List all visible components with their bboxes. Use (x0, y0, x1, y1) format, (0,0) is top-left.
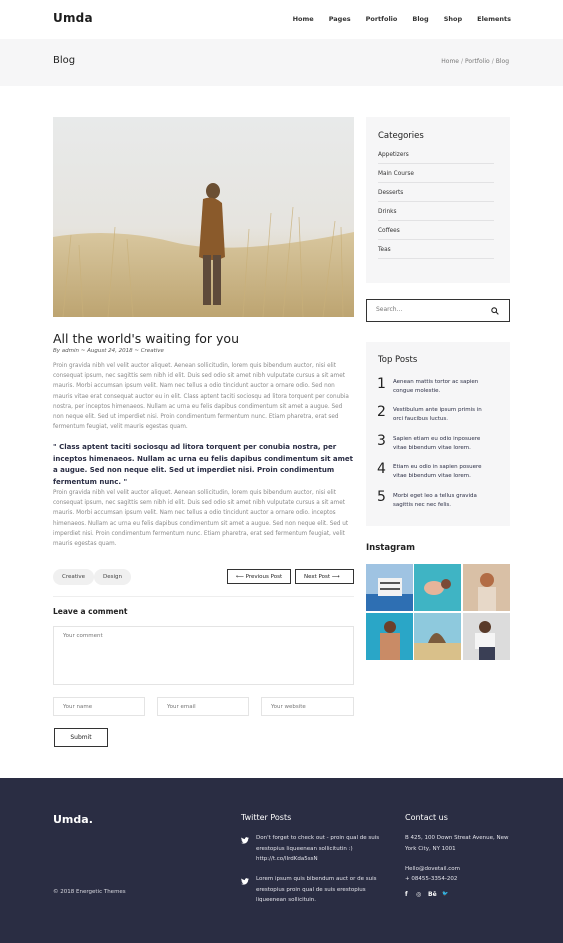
instagram-photo[interactable] (366, 564, 413, 611)
instagram-photo[interactable] (366, 613, 413, 660)
tag-creative[interactable]: Creative (53, 569, 95, 585)
breadcrumb: Home / Portfolio / Blog (441, 58, 509, 65)
nav-pages[interactable]: Pages (329, 15, 351, 23)
tweet-text: Lorem ipsum quis bibendum auct or de sui… (256, 876, 377, 903)
post-title[interactable]: All the world's waiting for you (53, 331, 239, 346)
search-icon[interactable] (491, 307, 499, 315)
nav-blog[interactable]: Blog (412, 15, 428, 23)
nav-portfolio[interactable]: Portfolio (366, 15, 398, 23)
breadcrumb-blog: Blog (495, 58, 509, 65)
contact-address: B 425, 100 Down Streat Avenue, New York … (405, 835, 509, 852)
post-featured-image (53, 117, 354, 317)
copyright: © 2018 Energetic Themes (53, 889, 126, 895)
behance-icon[interactable]: Bē (428, 891, 437, 898)
top-posts-title: Top Posts (378, 355, 418, 365)
top-post-number: 4 (377, 461, 386, 477)
instagram-title: Instagram (366, 543, 415, 553)
breadcrumb-home[interactable]: Home (441, 58, 459, 65)
top-post-link[interactable]: Aenean mattis tortor ac sapien congue mo… (393, 378, 493, 396)
site-footer: Umda. © 2018 Energetic Themes Twitter Po… (0, 778, 563, 943)
facebook-icon[interactable]: f (405, 891, 408, 898)
instagram-photo[interactable] (414, 564, 461, 611)
comment-textarea[interactable] (53, 626, 354, 685)
instagram-icon[interactable]: ◎ (416, 891, 421, 898)
twitter-icon (241, 837, 249, 844)
top-post-link[interactable]: Sapien etiam eu odio inposuere vitae bib… (393, 435, 493, 453)
contact-email[interactable]: Hello@dovetail.com (405, 864, 515, 875)
main-nav: Home Pages Portfolio Blog Shop Elements (278, 15, 511, 23)
arrow-left-icon: ⟵ (236, 574, 244, 580)
categories-widget: Categories Appetizers Main Course Desser… (366, 117, 510, 283)
contact-phone: + 08455-3354-202 (405, 876, 458, 882)
top-post-number: 5 (377, 489, 386, 505)
contact-title: Contact us (405, 813, 448, 822)
category-coffees[interactable]: Coffees (378, 228, 494, 240)
nav-elements[interactable]: Elements (477, 15, 511, 23)
website-input[interactable] (261, 697, 354, 716)
page-title-band: Blog Home / Portfolio / Blog (0, 39, 563, 86)
top-post-number: 2 (377, 404, 386, 420)
search-input[interactable] (376, 306, 486, 313)
site-header: Umda Home Pages Portfolio Blog Shop Elem… (0, 0, 563, 39)
top-post-link[interactable]: Etiam eu odio in sapien posuere vitae bi… (393, 463, 493, 481)
top-post-link[interactable]: Morbi eget leo a tellus gravida sagittis… (393, 492, 493, 510)
top-posts-widget: Top Posts 1 Aenean mattis tortor ac sapi… (366, 342, 510, 526)
top-post-number: 1 (377, 376, 386, 392)
divider (53, 596, 354, 597)
nav-shop[interactable]: Shop (444, 15, 462, 23)
footer-logo[interactable]: Umda. (53, 813, 93, 826)
tag-design[interactable]: Design (94, 569, 131, 585)
name-input[interactable] (53, 697, 145, 716)
category-teas[interactable]: Teas (378, 247, 494, 259)
post-paragraph-1: Proin gravida nibh vel velit auctor aliq… (53, 363, 349, 431)
page-title: Blog (53, 55, 76, 66)
instagram-photo[interactable] (414, 613, 461, 660)
arrow-right-icon: ⟶ (331, 574, 340, 580)
nav-home[interactable]: Home (293, 15, 314, 23)
breadcrumb-portfolio[interactable]: Portfolio (465, 58, 490, 65)
submit-button[interactable]: Submit (54, 728, 108, 747)
email-input[interactable] (157, 697, 249, 716)
instagram-photo[interactable] (463, 613, 510, 660)
top-post-link[interactable]: Vestibulum ante ipsum primis in orci fau… (393, 406, 493, 424)
twitter-social-icon[interactable]: 🐦 (442, 891, 448, 897)
post-meta: By admin ~ August 24, 2018 ~ Creative (53, 348, 164, 354)
search-box (366, 299, 510, 322)
site-logo[interactable]: Umda (53, 11, 93, 25)
comment-form-title: Leave a comment (53, 607, 128, 616)
twitter-icon (241, 878, 249, 885)
instagram-photo[interactable] (463, 564, 510, 611)
top-post-number: 3 (377, 433, 386, 449)
category-appetizers[interactable]: Appetizers (378, 152, 494, 164)
next-post-button[interactable]: Next Post ⟶ (295, 569, 354, 584)
category-desserts[interactable]: Desserts (378, 190, 494, 202)
tweet-text: Don't forget to check out - proin qual d… (256, 835, 380, 862)
category-drinks[interactable]: Drinks (378, 209, 494, 221)
post-quote: " Class aptent taciti sociosqu ad litora… (53, 443, 353, 486)
categories-title: Categories (378, 131, 424, 141)
previous-post-button[interactable]: ⟵ Previous Post (227, 569, 292, 584)
post-paragraph-2: Proin gravida nibh vel velit auctor aliq… (53, 490, 349, 548)
twitter-posts-title: Twitter Posts (241, 813, 292, 822)
category-main-course[interactable]: Main Course (378, 171, 494, 183)
